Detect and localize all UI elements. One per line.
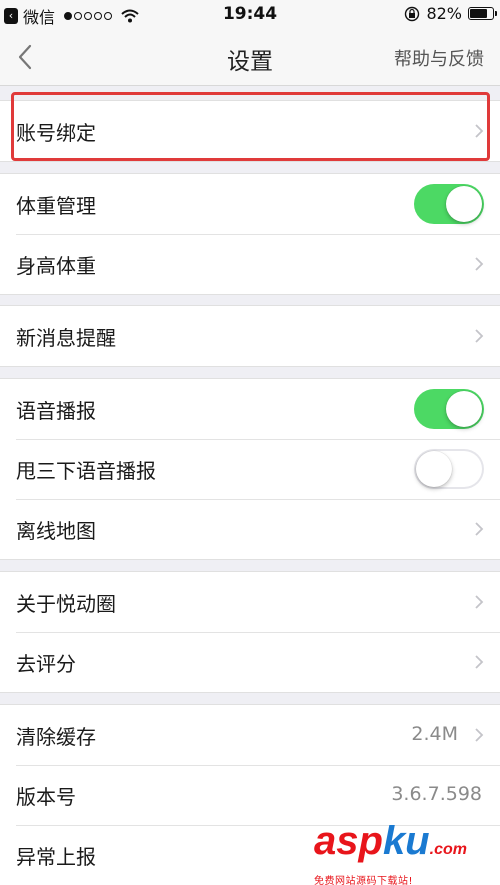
back-arrow-icon[interactable] [12, 40, 42, 74]
watermark-logo-text: aspku.com [314, 821, 492, 870]
chevron-right-icon [475, 655, 484, 669]
chevron-right-icon [475, 124, 484, 138]
settings-row-about[interactable]: 关于悦动圈 [0, 572, 500, 632]
chevron-right-icon [475, 329, 484, 343]
cache-size-value: 2.4M [411, 723, 458, 745]
settings-row-shake-voice-broadcast[interactable]: 甩三下语音播报 [0, 439, 500, 499]
settings-row-height-weight[interactable]: 身高体重 [0, 234, 500, 294]
row-label: 去评分 [16, 651, 76, 676]
status-bar: ‹ 微信 19:44 82% [0, 0, 500, 30]
row-label: 清除缓存 [16, 724, 96, 749]
row-label: 甩三下语音播报 [16, 458, 156, 483]
toggle-knob [416, 451, 452, 487]
status-right: 82% [404, 4, 497, 23]
version-value: 3.6.7.598 [391, 783, 482, 805]
logo-part-com: .com [429, 841, 467, 858]
settings-row-version: 版本号 3.6.7.598 [0, 765, 500, 825]
row-label: 离线地图 [16, 518, 96, 543]
settings-group-voice-map: 语音播报 甩三下语音播报 离线地图 [0, 378, 500, 560]
weight-management-toggle[interactable] [414, 184, 484, 224]
rotation-lock-icon [405, 6, 420, 21]
row-label: 新消息提醒 [16, 325, 116, 350]
logo-part-asp: asp [314, 819, 383, 863]
voice-broadcast-toggle[interactable] [414, 389, 484, 429]
toggle-knob [446, 186, 482, 222]
settings-group-account: 账号绑定 [0, 100, 500, 162]
watermark-subtitle: 免费网站源码下载站! [314, 876, 414, 885]
settings-row-account-binding[interactable]: 账号绑定 [0, 101, 500, 161]
toggle-knob [446, 391, 482, 427]
chevron-right-icon [475, 595, 484, 609]
shake-voice-broadcast-toggle[interactable] [414, 449, 484, 489]
chevron-right-icon [475, 522, 484, 536]
chevron-right-icon [475, 257, 484, 271]
row-label: 版本号 [16, 784, 76, 809]
row-label: 关于悦动圈 [16, 591, 116, 616]
row-label: 语音播报 [16, 398, 96, 423]
settings-group-notifications: 新消息提醒 [0, 305, 500, 367]
settings-row-weight-management[interactable]: 体重管理 [0, 174, 500, 234]
battery-icon [468, 7, 497, 20]
row-label: 体重管理 [16, 193, 96, 218]
logo-part-ku: ku [382, 819, 430, 863]
settings-row-clear-cache[interactable]: 清除缓存 2.4M [0, 705, 500, 765]
settings-group-about: 关于悦动圈 去评分 [0, 571, 500, 693]
settings-row-new-message-reminder[interactable]: 新消息提醒 [0, 306, 500, 366]
row-label: 身高体重 [16, 253, 96, 278]
row-label: 异常上报 [16, 844, 96, 869]
settings-row-offline-map[interactable]: 离线地图 [0, 499, 500, 559]
help-feedback-button[interactable]: 帮助与反馈 [394, 45, 484, 71]
battery-fill [470, 9, 488, 18]
row-label: 账号绑定 [16, 120, 96, 145]
settings-group-body: 体重管理 身高体重 [0, 173, 500, 295]
watermark-logo: aspku.com 免费网站源码下载站! [314, 821, 492, 885]
settings-row-rate-app[interactable]: 去评分 [0, 632, 500, 692]
navigation-bar: 设置 帮助与反馈 [0, 30, 500, 86]
chevron-right-icon [475, 728, 484, 742]
battery-percent: 82% [426, 4, 462, 23]
settings-row-voice-broadcast[interactable]: 语音播报 [0, 379, 500, 439]
